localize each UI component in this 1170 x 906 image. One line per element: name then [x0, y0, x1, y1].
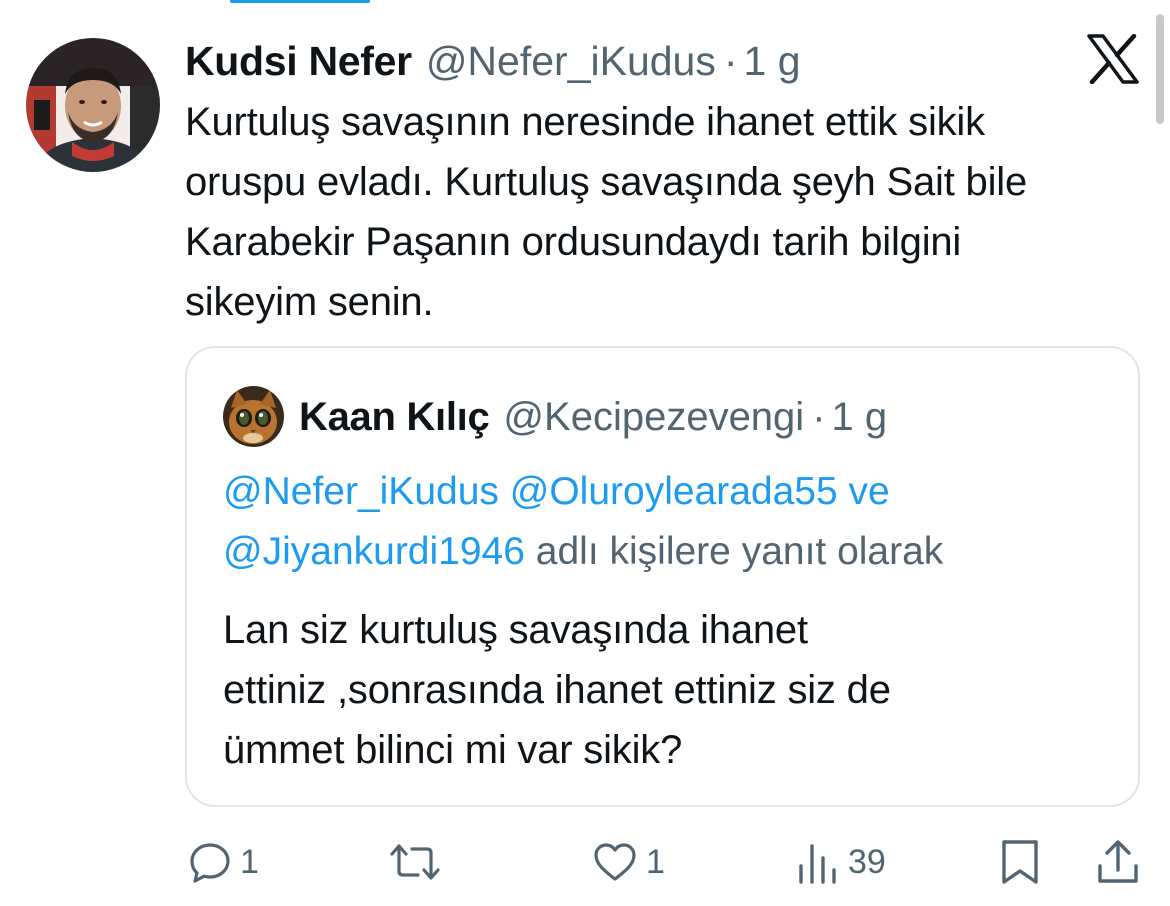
tweet-text-line: oruspu evladı. Kurtuluş savaşında şeyh S… [185, 160, 1028, 204]
tweet-text-line: Kurtuluş savaşının neresinde ihanet etti… [185, 100, 985, 144]
avatar-image [26, 38, 160, 172]
separator-dot: · [723, 38, 738, 84]
views-icon [796, 840, 840, 884]
like-count: 1 [646, 842, 665, 881]
quoted-text-line: Lan siz kurtuluş savaşında ihanet [223, 608, 808, 652]
quoted-text-line: ümmet bilinci mi var sikik? [223, 728, 683, 772]
retweet-icon [388, 840, 442, 884]
tweet-text-line: Karabekir Paşanın ordusundaydı tarih bil… [185, 220, 962, 264]
views-count: 39 [848, 842, 886, 881]
quoted-tweet-card[interactable]: Kaan Kılıç @Kecipezevengi · 1 g @Nefer_i… [185, 346, 1140, 807]
scrollbar[interactable] [1156, 14, 1164, 124]
mention-link[interactable]: @Jiyankurdi1946 [223, 530, 525, 573]
share-icon [1096, 838, 1140, 886]
quoted-avatar-image [223, 386, 284, 447]
tweet-header: Kudsi Nefer @Nefer_iKudus · 1 g [185, 36, 801, 86]
quoted-user-handle[interactable]: @Kecipezevengi [503, 392, 804, 442]
share-button[interactable] [1096, 836, 1140, 888]
mention-link[interactable]: @Oluroylearada55 [510, 470, 838, 513]
tweet-text-line: sikeyim senin. [185, 280, 434, 324]
separator-dot: · [812, 395, 826, 439]
retweet-button[interactable] [388, 836, 450, 888]
views-button[interactable]: 39 [796, 836, 886, 888]
quoted-tweet-header: Kaan Kılıç @Kecipezevengi · 1 g [299, 392, 887, 442]
top-accent-bar [230, 0, 370, 3]
bookmark-button[interactable] [998, 836, 1042, 888]
like-icon [592, 840, 638, 884]
quoted-tweet-text: Lan siz kurtuluş savaşında ihanet ettini… [223, 600, 1103, 780]
mention-conjunction[interactable]: ve [849, 470, 890, 513]
quoted-tweet-timestamp[interactable]: 1 g [832, 392, 888, 442]
bookmark-icon [998, 838, 1042, 886]
tweet-text: Kurtuluş savaşının neresinde ihanet etti… [185, 92, 1155, 332]
tweet-timestamp[interactable]: 1 g [744, 36, 801, 86]
quoted-avatar[interactable] [223, 386, 284, 447]
reply-context-suffix: adlı kişilere yanıt olarak [535, 530, 944, 573]
reply-button[interactable]: 1 [188, 836, 259, 888]
mention-link[interactable]: @Nefer_iKudus [223, 470, 499, 513]
quoted-display-name[interactable]: Kaan Kılıç [299, 392, 490, 442]
display-name[interactable]: Kudsi Nefer [185, 36, 412, 86]
reply-icon [188, 840, 232, 884]
user-handle[interactable]: @Nefer_iKudus [426, 36, 716, 86]
like-button[interactable]: 1 [592, 836, 665, 888]
reply-count: 1 [240, 842, 259, 881]
reply-context: @Nefer_iKudus @Oluroylearada55 ve @Jiyan… [223, 462, 1123, 582]
avatar[interactable] [26, 38, 160, 172]
quoted-text-line: ettiniz ,sonrasında ihanet ettiniz siz d… [223, 668, 891, 712]
x-logo-icon [1087, 33, 1139, 85]
